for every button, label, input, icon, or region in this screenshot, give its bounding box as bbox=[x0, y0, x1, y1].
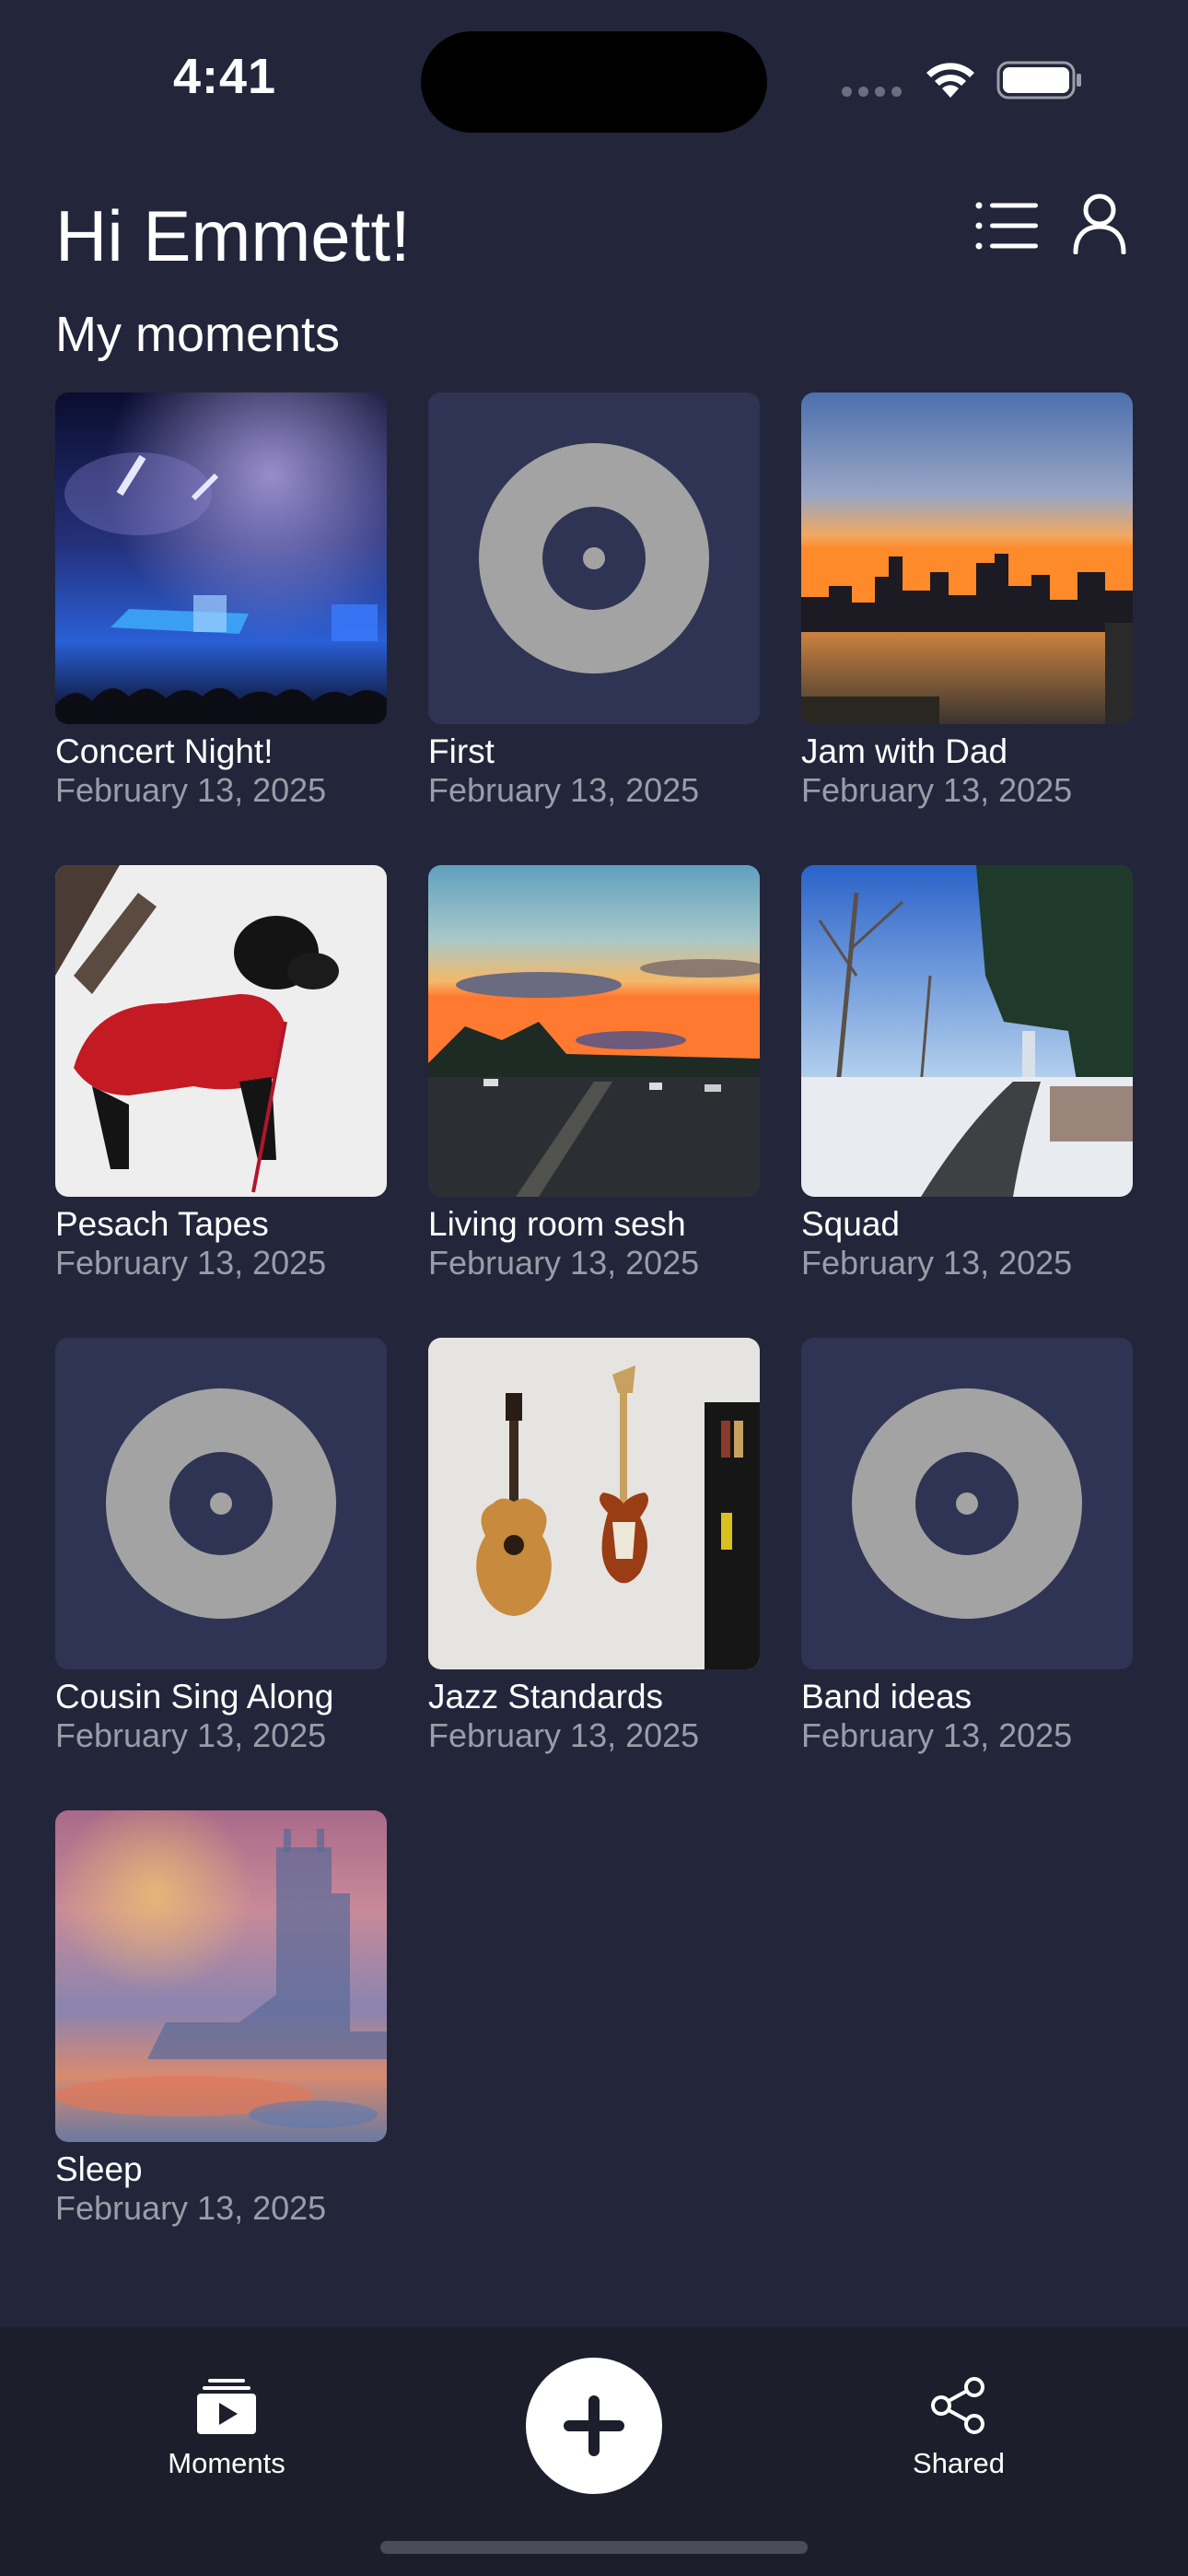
moment-card[interactable]: Band ideas February 13, 2025 bbox=[801, 1338, 1133, 1810]
plus-icon bbox=[564, 2395, 624, 2456]
section-title: My moments bbox=[55, 307, 341, 362]
moment-title: Band ideas bbox=[801, 1678, 973, 1715]
moment-card[interactable]: Cousin Sing Along February 13, 2025 bbox=[55, 1338, 387, 1810]
city-sunset-photo bbox=[801, 392, 1133, 724]
moment-title: Jazz Standards bbox=[428, 1678, 664, 1715]
moment-date: February 13, 2025 bbox=[55, 1716, 327, 1754]
moment-card[interactable]: First February 13, 2025 bbox=[428, 392, 760, 865]
snowy-park-photo bbox=[801, 865, 1133, 1197]
moment-title: Concert Night! bbox=[55, 732, 274, 770]
moment-title: Pesach Tapes bbox=[55, 1205, 269, 1243]
moment-card[interactable]: Living room sesh February 13, 2025 bbox=[428, 865, 760, 1338]
dynamic-island bbox=[421, 31, 767, 133]
guitars-photo bbox=[428, 1338, 760, 1669]
moment-date: February 13, 2025 bbox=[55, 1244, 327, 1282]
moment-title: Cousin Sing Along bbox=[55, 1678, 334, 1715]
record-placeholder-icon bbox=[428, 392, 760, 724]
dog-in-snow-photo bbox=[55, 865, 387, 1197]
moment-card[interactable]: Squad February 13, 2025 bbox=[801, 865, 1133, 1338]
moment-title: Squad bbox=[801, 1205, 900, 1243]
moment-title: Jam with Dad bbox=[801, 732, 1008, 770]
wifi-icon bbox=[926, 63, 974, 98]
share-icon bbox=[931, 2377, 984, 2434]
moment-date: February 13, 2025 bbox=[55, 2189, 327, 2227]
add-moment-button[interactable] bbox=[526, 2358, 662, 2494]
moment-date: February 13, 2025 bbox=[428, 1716, 700, 1754]
profile-icon[interactable] bbox=[1072, 193, 1127, 254]
tab-shared[interactable]: Shared bbox=[884, 2377, 1033, 2497]
tab-bar: Moments Shared bbox=[0, 2327, 1188, 2576]
moment-card[interactable]: Jazz Standards February 13, 2025 bbox=[428, 1338, 760, 1810]
tab-moments[interactable]: Moments bbox=[147, 2377, 306, 2497]
impressionist-painting bbox=[55, 1810, 387, 2142]
moments-grid: Concert Night! February 13, 2025 First F… bbox=[55, 392, 1133, 2283]
status-bar: 4:41 bbox=[0, 0, 1188, 157]
moment-card[interactable]: Sleep February 13, 2025 bbox=[55, 1810, 387, 2283]
moment-card[interactable]: Concert Night! February 13, 2025 bbox=[55, 392, 387, 865]
list-icon[interactable] bbox=[974, 201, 1039, 251]
tab-shared-label: Shared bbox=[913, 2447, 1005, 2479]
moment-date: February 13, 2025 bbox=[55, 771, 327, 809]
moment-date: February 13, 2025 bbox=[801, 1716, 1073, 1754]
home-indicator bbox=[380, 2541, 808, 2554]
moment-date: February 13, 2025 bbox=[428, 771, 700, 809]
moment-date: February 13, 2025 bbox=[801, 771, 1073, 809]
tab-moments-label: Moments bbox=[168, 2447, 285, 2479]
status-time: 4:41 bbox=[173, 49, 277, 104]
moment-card[interactable]: Jam with Dad February 13, 2025 bbox=[801, 392, 1133, 865]
moments-icon bbox=[197, 2379, 256, 2434]
record-placeholder-icon bbox=[801, 1338, 1133, 1669]
battery-icon bbox=[996, 61, 1081, 100]
greeting-title: Hi Emmett! bbox=[55, 195, 411, 276]
highway-sunset-photo bbox=[428, 865, 760, 1197]
moment-title: First bbox=[428, 732, 495, 770]
concert-photo bbox=[55, 392, 387, 724]
moment-date: February 13, 2025 bbox=[428, 1244, 700, 1282]
moment-card[interactable]: Pesach Tapes February 13, 2025 bbox=[55, 865, 387, 1338]
moment-date: February 13, 2025 bbox=[801, 1244, 1073, 1282]
moment-title: Living room sesh bbox=[428, 1205, 686, 1243]
moment-title: Sleep bbox=[55, 2150, 143, 2188]
record-placeholder-icon bbox=[55, 1338, 387, 1669]
cellular-signal-icon bbox=[842, 87, 902, 97]
